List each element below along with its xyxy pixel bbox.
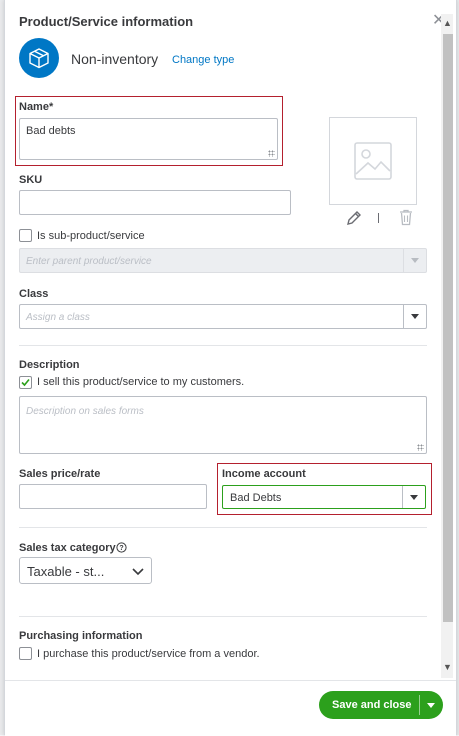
- chevron-down-icon[interactable]: [403, 305, 426, 328]
- parent-product-select: Enter parent product/service: [19, 248, 427, 273]
- image-upload-area[interactable]: [329, 117, 417, 205]
- sub-product-label: Is sub-product/service: [37, 230, 145, 242]
- action-separator: [378, 213, 379, 223]
- change-type-link[interactable]: Change type: [172, 54, 234, 66]
- income-account-select[interactable]: Bad Debts: [222, 485, 426, 509]
- item-type-label: Non-inventory: [71, 51, 159, 67]
- chevron-down-icon[interactable]: [402, 486, 425, 508]
- help-icon[interactable]: ?: [116, 542, 127, 553]
- section-divider: [19, 345, 427, 346]
- chevron-down-icon[interactable]: [427, 703, 435, 708]
- sell-checkbox[interactable]: [19, 376, 32, 389]
- resize-grip-icon[interactable]: [268, 150, 275, 157]
- panel-scroll-area: Product/Service information Non-inventor…: [5, 0, 441, 680]
- purchasing-label: Purchasing information: [19, 630, 143, 642]
- box-icon: [19, 38, 59, 78]
- class-placeholder: Assign a class: [26, 312, 90, 323]
- class-select[interactable]: Assign a class: [19, 304, 427, 329]
- panel-title: Product/Service information: [19, 14, 194, 29]
- sub-product-checkbox[interactable]: [19, 229, 32, 242]
- svg-text:?: ?: [119, 545, 123, 552]
- save-and-close-label: Save and close: [332, 699, 412, 711]
- parent-product-placeholder: Enter parent product/service: [26, 256, 152, 267]
- name-input[interactable]: Bad debts: [19, 118, 278, 160]
- income-account-label: Income account: [222, 468, 306, 480]
- sku-label: SKU: [19, 174, 43, 186]
- purchase-checkbox[interactable]: [19, 647, 32, 660]
- scrollbar-thumb[interactable]: [443, 34, 453, 622]
- income-account-value: Bad Debts: [230, 492, 282, 504]
- scroll-down-icon[interactable]: ▼: [443, 662, 452, 672]
- button-separator: [419, 695, 420, 715]
- trash-icon[interactable]: [399, 209, 413, 226]
- section-divider: [19, 527, 427, 528]
- description-label: Description: [19, 359, 80, 371]
- sales-price-input[interactable]: [19, 484, 207, 509]
- sales-description-input[interactable]: Description on sales forms: [19, 396, 427, 454]
- chevron-down-icon: [403, 249, 426, 272]
- chevron-down-icon: [132, 568, 144, 576]
- scroll-up-icon[interactable]: ▲: [443, 18, 452, 28]
- image-placeholder-icon: [354, 142, 392, 180]
- sku-input[interactable]: [19, 190, 291, 215]
- sales-description-placeholder: Description on sales forms: [26, 406, 144, 417]
- purchase-label: I purchase this product/service from a v…: [37, 648, 260, 660]
- section-divider: [19, 616, 427, 617]
- sales-price-label: Sales price/rate: [19, 468, 101, 480]
- sell-label: I sell this product/service to my custom…: [37, 376, 245, 388]
- product-service-panel: Product/Service information Non-inventor…: [4, 0, 457, 736]
- checkmark-icon: [21, 378, 30, 387]
- name-label: Name*: [19, 101, 54, 113]
- name-value: Bad debts: [26, 125, 76, 137]
- class-label: Class: [19, 288, 49, 300]
- sales-tax-select[interactable]: Taxable - st...: [19, 557, 152, 584]
- save-and-close-button[interactable]: Save and close: [319, 691, 443, 719]
- resize-grip-icon[interactable]: [417, 444, 424, 451]
- sales-tax-value: Taxable - st...: [27, 564, 105, 579]
- sales-tax-label: Sales tax category: [19, 542, 116, 554]
- pencil-icon[interactable]: [346, 210, 362, 226]
